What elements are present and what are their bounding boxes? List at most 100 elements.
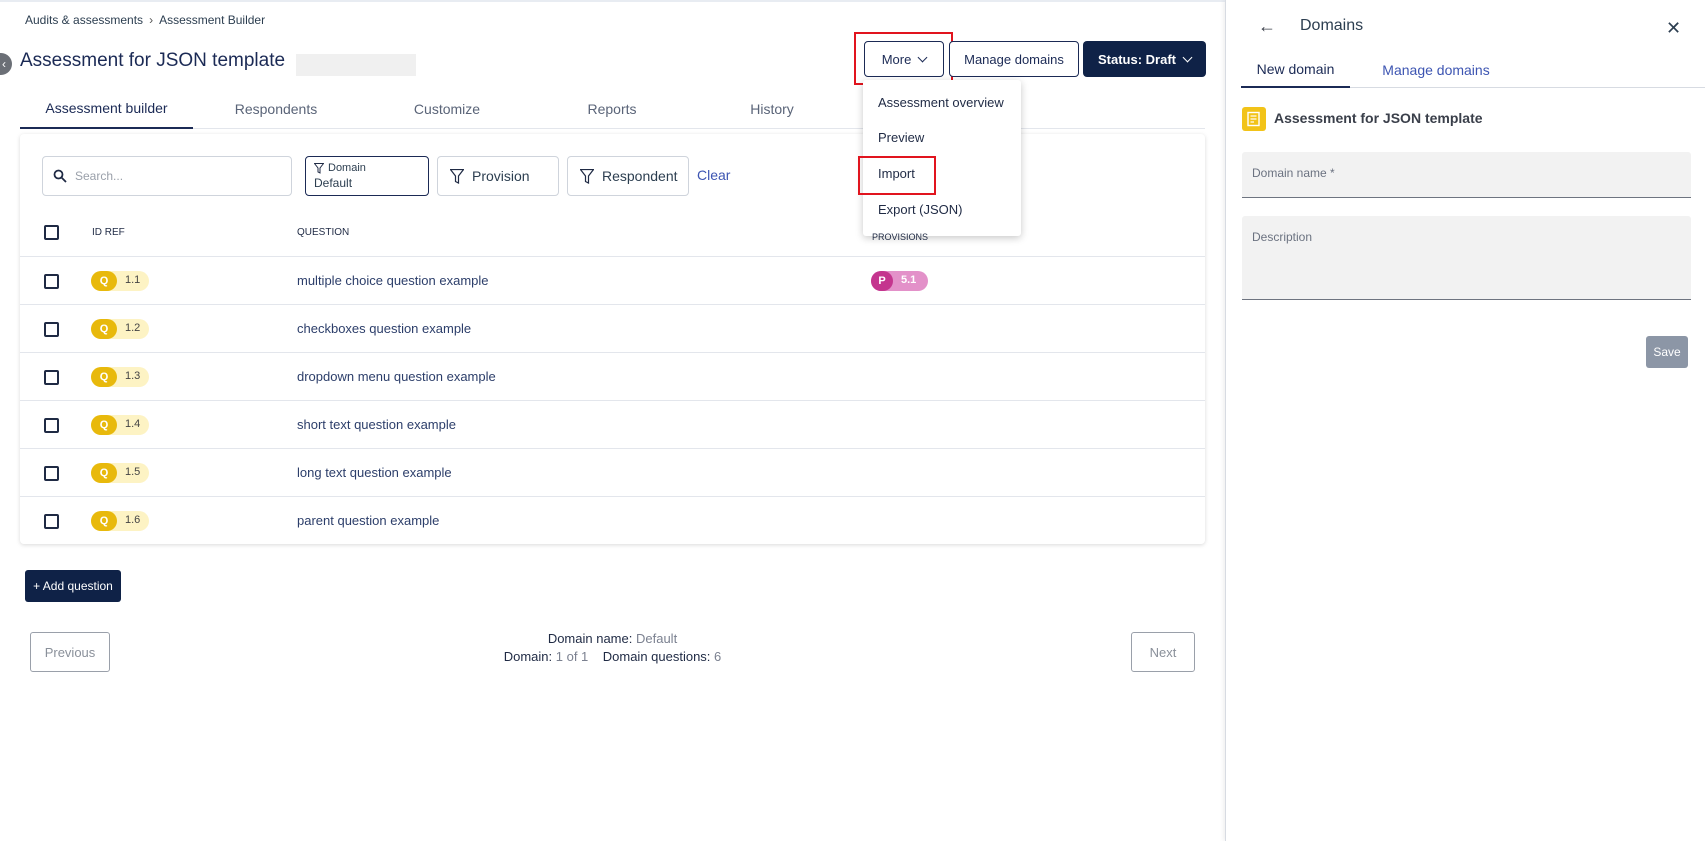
chevron-right-icon: ›: [149, 13, 154, 27]
row-checkbox[interactable]: [44, 514, 59, 529]
respondent-filter[interactable]: Respondent: [567, 156, 689, 196]
tab-customize[interactable]: Customize: [387, 88, 507, 129]
tab-respondents[interactable]: Respondents: [216, 88, 336, 129]
row-checkbox[interactable]: [44, 370, 59, 385]
breadcrumb: Audits & assessments › Assessment Builde…: [25, 13, 265, 27]
more-button[interactable]: More: [864, 41, 944, 77]
provision-type-badge: P: [871, 271, 893, 291]
page-title: Assessment for JSON template: [20, 50, 286, 71]
status-label: Status: Draft: [1097, 51, 1176, 67]
pager-questions-value: 6: [714, 649, 722, 664]
question-text[interactable]: short text question example: [297, 417, 456, 432]
header-id-ref: ID REF: [92, 227, 125, 238]
tab-bar: Assessment builder Respondents Customize…: [20, 88, 1205, 129]
menu-item-assessment-overview[interactable]: Assessment overview: [878, 95, 1004, 110]
pager-info: Domain name: Default Domain: 1 of 1 Doma…: [460, 630, 765, 666]
question-text[interactable]: multiple choice question example: [297, 273, 489, 288]
row-checkbox[interactable]: [44, 274, 59, 289]
assessment-doc-icon: [1247, 111, 1260, 127]
select-all-checkbox[interactable]: [44, 225, 59, 240]
pager-domain-line: Domain: 1 of 1 Domain questions: 6: [460, 648, 765, 666]
tab-new-domain[interactable]: New domain: [1241, 52, 1350, 88]
table-row[interactable]: Q 1.5 long text question example: [20, 449, 1205, 497]
status-button[interactable]: Status: Draft: [1083, 41, 1206, 77]
question-id: 1.1: [125, 274, 141, 286]
pager-domain-value: 1 of 1: [555, 649, 589, 664]
question-id: 1.4: [125, 418, 141, 430]
pager-domain-name-value: Default: [635, 631, 678, 646]
filter-icon: [314, 162, 324, 174]
menu-item-export-json[interactable]: Export (JSON): [878, 202, 963, 217]
header-provisions: PROVISIONS: [872, 232, 929, 242]
question-type-badge: Q: [91, 319, 117, 339]
questions-card: Domain Default Provision Respondent Clea…: [20, 134, 1205, 544]
chevron-down-icon: [917, 52, 928, 62]
row-checkbox[interactable]: [44, 322, 59, 337]
more-button-label: More: [881, 51, 912, 67]
domain-filter-value: Default: [314, 176, 353, 190]
filter-icon: [450, 168, 464, 184]
domains-panel: ← Domains ✕ New domain Manage domains As…: [1225, 0, 1705, 841]
save-button[interactable]: Save: [1646, 336, 1688, 368]
table-row[interactable]: Q 1.6 parent question example: [20, 497, 1205, 545]
tab-manage-domains[interactable]: Manage domains: [1370, 52, 1502, 88]
title-placeholder: [296, 54, 416, 76]
provision-badge[interactable]: P 5.1: [871, 271, 928, 291]
pager-domain-name-label: Domain name:: [547, 631, 633, 646]
clear-filters-link[interactable]: Clear: [697, 167, 730, 183]
panel-assessment-name: Assessment for JSON template: [1274, 110, 1483, 126]
chevron-down-icon: [1182, 52, 1193, 62]
question-badge: Q 1.1: [91, 271, 149, 291]
more-dropdown-menu: Assessment overview Preview Import Expor…: [863, 80, 1021, 236]
search-input[interactable]: [75, 169, 275, 183]
question-id: 1.6: [125, 514, 141, 526]
question-type-badge: Q: [91, 463, 117, 483]
question-type-badge: Q: [91, 511, 117, 531]
row-checkbox[interactable]: [44, 418, 59, 433]
pager-domain-label: Domain:: [503, 649, 553, 664]
pager-domain-name-line: Domain name: Default: [460, 630, 765, 648]
collapse-sidebar-icon[interactable]: ‹: [0, 53, 12, 75]
question-badge: Q 1.2: [91, 319, 149, 339]
next-button[interactable]: Next: [1131, 632, 1195, 672]
domain-filter-label-wrap: Domain: [314, 162, 366, 174]
arrow-left-icon[interactable]: ←: [1258, 16, 1276, 37]
manage-domains-label: Manage domains: [964, 51, 1064, 67]
question-id: 1.5: [125, 466, 141, 478]
search-box[interactable]: [42, 156, 292, 196]
description-label: Description: [1252, 230, 1313, 244]
question-text[interactable]: long text question example: [297, 465, 452, 480]
search-icon: [53, 169, 67, 183]
header-question: QUESTION: [297, 227, 350, 238]
domain-name-field[interactable]: Domain name *: [1242, 152, 1691, 198]
manage-domains-button[interactable]: Manage domains: [949, 41, 1079, 77]
tab-reports[interactable]: Reports: [552, 88, 672, 129]
table-row[interactable]: Q 1.2 checkboxes question example: [20, 305, 1205, 353]
table-row[interactable]: Q 1.4 short text question example: [20, 401, 1205, 449]
menu-item-import[interactable]: Import: [878, 166, 915, 181]
breadcrumb-parent[interactable]: Audits & assessments: [25, 13, 143, 27]
domain-filter-label: Domain: [328, 162, 366, 174]
panel-title: Domains: [1300, 17, 1364, 34]
question-type-badge: Q: [91, 271, 117, 291]
question-type-badge: Q: [91, 415, 117, 435]
previous-button[interactable]: Previous: [30, 632, 110, 672]
tab-assessment-builder[interactable]: Assessment builder: [20, 88, 193, 129]
question-text[interactable]: dropdown menu question example: [297, 369, 496, 384]
question-badge: Q 1.4: [91, 415, 149, 435]
table-row[interactable]: Q 1.1 multiple choice question example P…: [20, 257, 1205, 305]
filter-icon: [580, 168, 594, 184]
table-row[interactable]: Q 1.3 dropdown menu question example: [20, 353, 1205, 401]
domain-filter[interactable]: Domain Default: [305, 156, 429, 196]
description-field[interactable]: Description: [1242, 216, 1691, 300]
tab-history[interactable]: History: [712, 88, 832, 129]
close-icon[interactable]: ✕: [1666, 18, 1681, 39]
menu-item-preview[interactable]: Preview: [878, 130, 924, 145]
question-text[interactable]: parent question example: [297, 513, 439, 528]
respondent-filter-label: Respondent: [602, 168, 678, 184]
row-checkbox[interactable]: [44, 466, 59, 481]
question-text[interactable]: checkboxes question example: [297, 321, 471, 336]
provision-filter[interactable]: Provision: [437, 156, 559, 196]
document-icon: [1242, 107, 1266, 131]
add-question-button[interactable]: + Add question: [25, 570, 121, 602]
